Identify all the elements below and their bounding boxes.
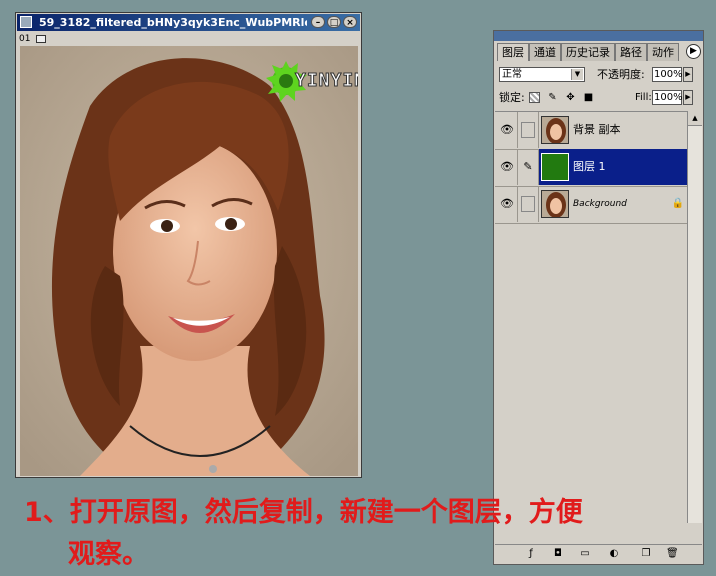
lock-icon: 🔒 <box>671 198 684 209</box>
document-window: 59_3182_filtered_bHNy3qyk3Enc_WubPMRle..… <box>15 12 362 478</box>
lock-row: 锁定: ✎ ✥ ■ Fill: 100% ▶ <box>499 90 697 106</box>
layer-name: Background <box>573 199 627 209</box>
layer-list: 👁 背景 副本 👁 ✎ 图层 1 👁 Background 🔒 <box>495 111 688 524</box>
tab-actions[interactable]: 动作 <box>647 43 679 61</box>
lock-move-icon[interactable]: ✥ <box>565 92 576 103</box>
chevron-down-icon: ▼ <box>571 69 583 80</box>
eye-icon[interactable]: 👁 <box>497 186 518 222</box>
tab-channels[interactable]: 通道 <box>529 43 561 61</box>
layer-name-area[interactable]: Background 🔒 <box>539 186 688 222</box>
link-slot[interactable] <box>518 112 539 148</box>
blend-mode-select[interactable]: 正常 ▼ <box>499 67 585 82</box>
lock-brush-icon[interactable]: ✎ <box>547 92 558 103</box>
fill-input[interactable]: 100% <box>652 90 683 105</box>
fill-label: Fill: <box>635 92 652 103</box>
lock-all-icon[interactable]: ■ <box>583 92 594 103</box>
opacity-label: 不透明度: <box>597 68 645 81</box>
tab-history[interactable]: 历史记录 <box>561 43 615 61</box>
watermark-text: YINYIN <box>294 70 358 92</box>
panel-menu-button[interactable]: ▶ <box>686 44 701 59</box>
image-canvas[interactable]: YINYIN <box>20 46 358 476</box>
caption-line-2: 观察。 <box>68 539 149 570</box>
eye-icon[interactable]: 👁 <box>497 149 518 185</box>
panel-tabs: 图层 通道 历史记录 路径 动作 <box>497 43 679 61</box>
opacity-slider-button[interactable]: ▶ <box>683 67 693 82</box>
fill-slider-button[interactable]: ▶ <box>683 90 693 105</box>
status-text: 01 <box>19 34 31 44</box>
eye-icon[interactable]: 👁 <box>497 112 518 148</box>
layer-name-area[interactable]: 图层 1 <box>539 149 688 185</box>
layers-panel: 图层 通道 历史记录 路径 动作 ▶ 正常 ▼ 不透明度: 100% ▶ 锁定:… <box>493 30 704 565</box>
link-slot[interactable] <box>518 186 539 222</box>
document-status-bar: 01 <box>19 33 47 45</box>
minimize-button[interactable]: – <box>311 16 325 28</box>
document-title: 59_3182_filtered_bHNy3qyk3Enc_WubPMRle..… <box>39 16 307 29</box>
layer-thumbnail <box>541 153 569 181</box>
layer-list-scrollbar[interactable]: ▲ <box>687 111 702 523</box>
blend-row: 正常 ▼ 不透明度: 100% ▶ <box>499 67 697 83</box>
panel-titlebar[interactable] <box>494 31 703 41</box>
layer-thumbnail <box>541 116 569 144</box>
lock-transparency-icon[interactable] <box>529 92 540 103</box>
layer-name: 图层 1 <box>573 160 606 173</box>
status-image-icon <box>36 35 47 43</box>
lock-label: 锁定: <box>499 91 525 104</box>
portrait-photo <box>20 46 358 476</box>
caption-line-1: 1、打开原图，然后复制，新建一个图层，方便 <box>24 497 583 528</box>
layer-thumbnail <box>541 190 569 218</box>
layer-name-area[interactable]: 背景 副本 <box>539 112 688 148</box>
brush-icon[interactable]: ✎ <box>518 149 539 185</box>
tab-paths[interactable]: 路径 <box>615 43 647 61</box>
tab-layers[interactable]: 图层 <box>497 43 529 61</box>
photoshop-document-icon <box>20 16 32 28</box>
layer-name: 背景 副本 <box>573 123 621 136</box>
layer-row-background[interactable]: 👁 Background 🔒 <box>495 186 688 224</box>
layer-row-background-copy[interactable]: 👁 背景 副本 <box>495 112 688 150</box>
opacity-input[interactable]: 100% <box>652 67 683 82</box>
layer-row-layer-1[interactable]: 👁 ✎ 图层 1 <box>495 149 688 187</box>
close-button[interactable]: × <box>343 16 357 28</box>
blend-mode-value: 正常 <box>502 69 522 80</box>
scroll-up-arrow-icon[interactable]: ▲ <box>688 111 702 126</box>
maximize-button[interactable]: □ <box>327 16 341 28</box>
tutorial-caption: 1、打开原图，然后复制，新建一个图层，方便 观察。 <box>24 492 714 576</box>
document-titlebar[interactable]: 59_3182_filtered_bHNy3qyk3Enc_WubPMRle..… <box>17 14 360 31</box>
